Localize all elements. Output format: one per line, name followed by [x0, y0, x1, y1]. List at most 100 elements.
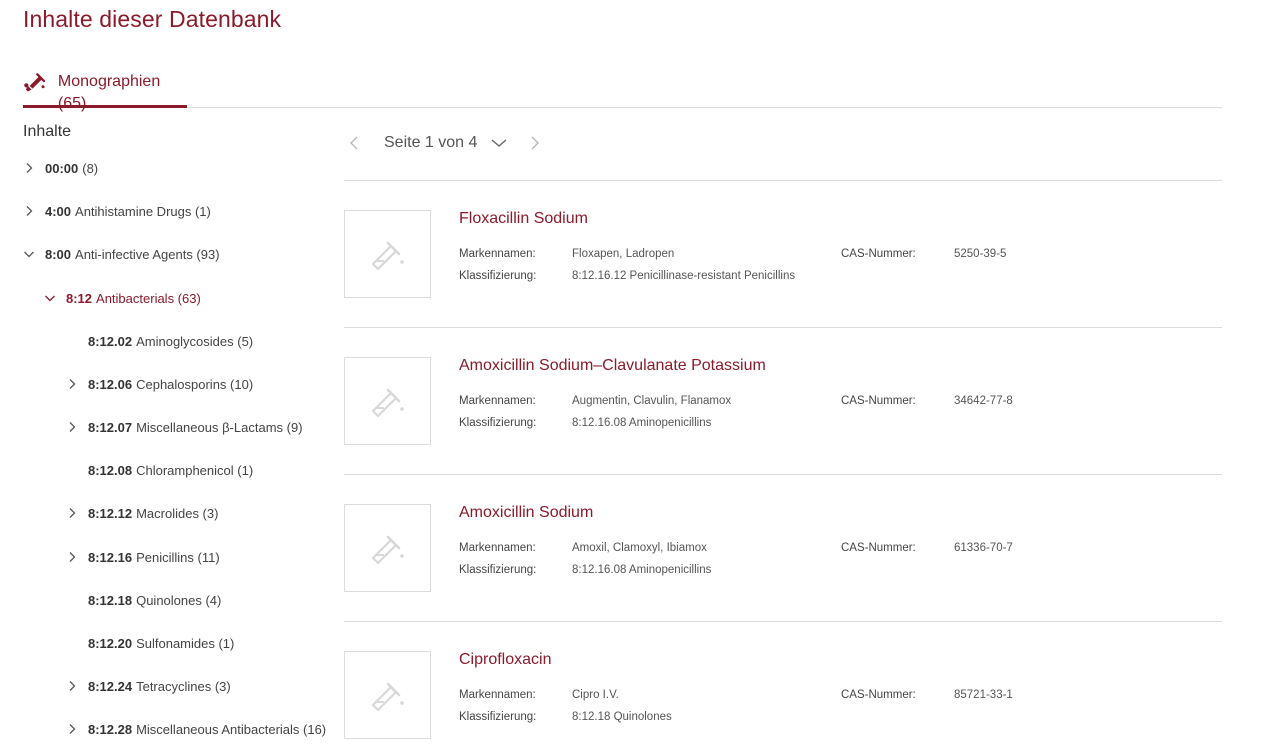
chevron-right-icon[interactable] — [66, 421, 78, 433]
sidebar-item-code: 8:12.28 — [88, 721, 133, 737]
chevron-right-icon[interactable] — [23, 205, 35, 217]
result-item: Amoxicillin Sodium Markennamen: Amoxil, Cl… — [344, 475, 1222, 622]
classification-value: 8:12.18 Quinolones — [572, 711, 672, 723]
chevron-down-icon — [491, 139, 507, 147]
sidebar-item[interactable]: 8:12.16 Penicillins (11) — [66, 547, 220, 567]
page-title: Inhalte dieser Datenbank — [23, 6, 282, 32]
prev-page-button[interactable] — [344, 128, 364, 158]
sidebar-item-code: 00:00 — [45, 160, 79, 176]
sidebar-item-code: 8:12.07 — [88, 419, 133, 435]
classification-row: Klassifizierung: 8:12.16.08 Aminopenicill… — [459, 417, 1159, 433]
cas-label: CAS-Nummer: — [841, 689, 916, 701]
cas-value: 61336-70-7 — [954, 542, 1013, 554]
classification-value: 8:12.16.08 Aminopenicillins — [572, 564, 712, 576]
sidebar-item[interactable]: 8:12.02 Aminoglycosides (5) — [66, 331, 253, 351]
sidebar-title: Inhalte — [23, 123, 72, 140]
cas-label: CAS-Nummer: — [841, 542, 916, 554]
sidebar-item-label: Antibacterials (63) — [96, 290, 201, 306]
test-tube-placeholder-icon — [371, 535, 404, 565]
next-page-button[interactable] — [525, 128, 545, 158]
result-title[interactable]: Floxacillin Sodium — [459, 210, 588, 228]
classification-label: Klassifizierung: — [459, 270, 537, 282]
tab-monographien-label: Monographien (65) — [57, 73, 161, 112]
sidebar-item-label: Quinolones (4) — [136, 592, 222, 608]
sidebar-item[interactable]: 8:12.24 Tetracyclines (3) — [66, 676, 231, 696]
sidebar-item-label: Antihistamine Drugs (1) — [75, 203, 211, 219]
brands-row: Markennamen: Amoxil, Clamoxyl, Ibiamox CAS… — [459, 542, 1159, 558]
sidebar-item-code: 4:00 — [45, 203, 72, 219]
result-item: Ciprofloxacin Markennamen: Cipro I.V. CAS-N… — [344, 622, 1222, 754]
pagination: Seite 1 von 4 — [344, 128, 1222, 181]
chevron-left-icon — [350, 136, 358, 150]
brands-value: Amoxil, Clamoxyl, Ibiamox — [572, 542, 707, 554]
sidebar-item-label: Chloramphenicol (1) — [136, 462, 254, 478]
sidebar-item[interactable]: 8:12 Antibacterials (63) — [44, 288, 201, 308]
sidebar-item-label: Miscellaneous β-Lactams (9) — [136, 419, 303, 435]
sidebar-item-label: (8) — [82, 160, 99, 176]
cas-value: 34642-77-8 — [954, 395, 1013, 407]
sidebar-item-label: Cephalosporins (10) — [136, 376, 254, 392]
sidebar-item-label: Tetracyclines (3) — [136, 678, 231, 694]
brands-value: Augmentin, Clavulin, Flanamox — [572, 395, 732, 407]
test-tube-placeholder-icon — [371, 388, 404, 418]
sidebar-item[interactable]: 8:12.06 Cephalosporins (10) — [66, 374, 253, 394]
sidebar-item-code: 8:12.12 — [88, 505, 133, 521]
sidebar-item[interactable]: 00:00 (8) — [23, 158, 98, 178]
chevron-right-icon[interactable] — [66, 723, 78, 735]
sidebar-item[interactable]: 8:12.28 Miscellaneous Antibacterials (16) — [66, 719, 326, 739]
test-tube-placeholder-icon — [371, 241, 404, 271]
chevron-right-icon[interactable] — [66, 551, 78, 563]
classification-value: 8:12.16.12 Penicillinase-resistant Penic… — [572, 270, 796, 282]
tab-monographien[interactable]: Monographien (65) — [23, 66, 187, 112]
sidebar-item-label: Macrolides (3) — [136, 505, 219, 521]
chevron-down-icon[interactable] — [23, 248, 35, 260]
brands-row: Markennamen: Cipro I.V. CAS-Nummer: 85721-3… — [459, 689, 1159, 705]
classification-row: Klassifizierung: 8:12.18 Quinolones — [459, 711, 1159, 727]
chevron-right-icon[interactable] — [66, 507, 78, 519]
result-thumbnail[interactable] — [344, 651, 431, 739]
result-title[interactable]: Ciprofloxacin — [459, 651, 551, 669]
classification-row: Klassifizierung: 8:12.16.12 Penicillinase… — [459, 270, 1159, 286]
sidebar-item-label: Miscellaneous Antibacterials (16) — [136, 721, 327, 737]
sidebar-item-code: 8:12.18 — [88, 592, 133, 608]
sidebar-item-code: 8:12.20 — [88, 635, 133, 651]
classification-label: Klassifizierung: — [459, 564, 537, 576]
result-item: Amoxicillin Sodium–Clavulanate Potassium… — [344, 328, 1222, 475]
test-tube-placeholder-icon — [371, 682, 404, 712]
classification-row: Klassifizierung: 8:12.16.08 Aminopenicill… — [459, 564, 1159, 580]
sidebar-item-label: Aminoglycosides (5) — [136, 333, 254, 349]
tab-bar: Monographien (65) — [23, 66, 1222, 112]
result-thumbnail[interactable] — [344, 210, 431, 298]
chevron-right-icon[interactable] — [66, 378, 78, 390]
chevron-right-icon — [531, 136, 540, 150]
chevron-right-icon[interactable] — [66, 680, 78, 692]
classification-label: Klassifizierung: — [459, 417, 537, 429]
sidebar-item[interactable]: 8:12.20 Sulfonamides (1) — [66, 633, 234, 653]
result-thumbnail[interactable] — [344, 357, 431, 445]
brands-label: Markennamen: — [459, 248, 536, 260]
result-title[interactable]: Amoxicillin Sodium — [459, 504, 593, 522]
brands-value: Cipro I.V. — [572, 689, 619, 701]
sidebar-item-label: Penicillins (11) — [136, 549, 220, 565]
cas-value: 85721-33-1 — [954, 689, 1013, 701]
chevron-down-icon[interactable] — [44, 292, 56, 304]
brands-value: Floxapen, Ladropen — [572, 248, 675, 260]
cas-label: CAS-Nummer: — [841, 395, 916, 407]
result-title[interactable]: Amoxicillin Sodium–Clavulanate Potassium — [459, 357, 766, 375]
sidebar-item[interactable]: 8:00 Anti-infective Agents (93) — [23, 244, 220, 264]
sidebar-item-code: 8:12 — [66, 290, 93, 306]
sidebar-item[interactable]: 8:12.08 Chloramphenicol (1) — [66, 460, 253, 480]
chevron-right-icon[interactable] — [23, 162, 35, 174]
brands-row: Markennamen: Floxapen, Ladropen CAS-Nummer… — [459, 248, 1159, 264]
brands-label: Markennamen: — [459, 542, 536, 554]
result-thumbnail[interactable] — [344, 504, 431, 592]
sidebar-item[interactable]: 8:12.18 Quinolones (4) — [66, 590, 221, 610]
test-tube-icon — [24, 73, 46, 92]
sidebar-item-code: 8:12.02 — [88, 333, 133, 349]
sidebar-item-label: Anti-infective Agents (93) — [75, 246, 220, 262]
sidebar-item[interactable]: 8:12.07 Miscellaneous β-Lactams (9) — [66, 417, 303, 437]
page-select-dropdown[interactable] — [489, 128, 509, 158]
sidebar-item[interactable]: 4:00 Antihistamine Drugs (1) — [23, 201, 211, 221]
classification-label: Klassifizierung: — [459, 711, 537, 723]
sidebar-item[interactable]: 8:12.12 Macrolides (3) — [66, 503, 218, 523]
